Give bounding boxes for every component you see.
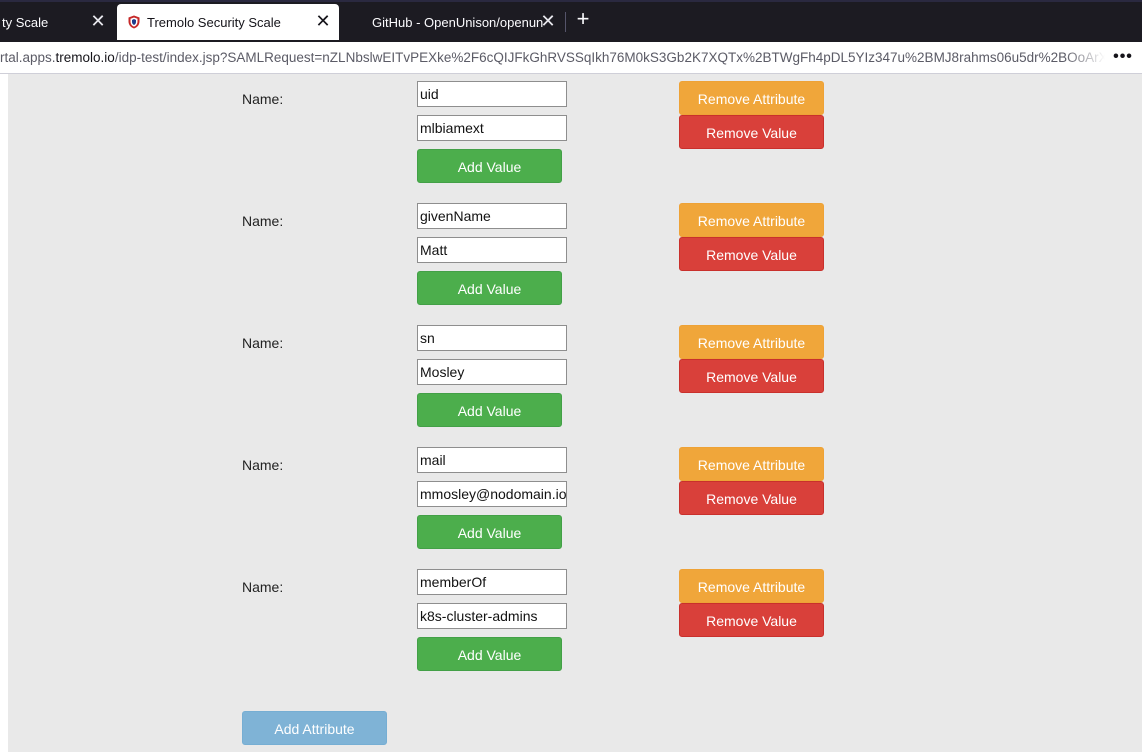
remove-attribute-button[interactable]: Remove Attribute: [679, 569, 824, 603]
tab-bar-accent: [0, 0, 1142, 2]
tab-title: Tremolo Security Scale: [147, 14, 281, 30]
remove-value-button[interactable]: Remove Value: [679, 603, 824, 637]
remove-value-button[interactable]: Remove Value: [679, 481, 824, 515]
attribute-row: Name: memberOf k8s-cluster-admins Add Va…: [8, 569, 1142, 689]
url-prefix: rtal.apps.: [0, 50, 56, 65]
name-label: Name:: [242, 579, 284, 595]
attribute-name-input[interactable]: uid: [417, 81, 567, 107]
attribute-name-input[interactable]: mail: [417, 447, 567, 473]
add-value-button[interactable]: Add Value: [417, 149, 562, 183]
remove-attribute-button[interactable]: Remove Attribute: [679, 447, 824, 481]
address-bar[interactable]: rtal.apps.tremolo.io/idp-test/index.jsp?…: [0, 42, 1142, 74]
shield-icon: [128, 15, 140, 29]
page-actions-menu-icon[interactable]: •••: [1112, 47, 1134, 69]
attributes-panel: Name: uid mlbiamext Add Value Remove Att…: [8, 74, 1142, 752]
name-label: Name:: [242, 457, 284, 473]
page-content: Name: uid mlbiamext Add Value Remove Att…: [0, 74, 1142, 752]
remove-value-button[interactable]: Remove Value: [679, 115, 824, 149]
attribute-name-input[interactable]: sn: [417, 325, 567, 351]
close-tab-icon[interactable]: ✕: [314, 12, 332, 30]
attribute-name-input[interactable]: givenName: [417, 203, 567, 229]
add-value-button[interactable]: Add Value: [417, 271, 562, 305]
attribute-value-input[interactable]: mmosley@nodomain.io: [417, 481, 567, 507]
attribute-row: Name: uid mlbiamext Add Value Remove Att…: [8, 81, 1142, 201]
add-value-button[interactable]: Add Value: [417, 515, 562, 549]
remove-attribute-button[interactable]: Remove Attribute: [679, 81, 824, 115]
attribute-row: Name: sn Mosley Add Value Remove Attribu…: [8, 325, 1142, 445]
new-tab-plus-icon[interactable]: +: [572, 8, 594, 30]
tab-tremolo-security-scale[interactable]: Tremolo Security Scale ✕: [117, 4, 339, 40]
attribute-value-input[interactable]: k8s-cluster-admins: [417, 603, 567, 629]
close-tab-icon[interactable]: ✕: [539, 12, 557, 30]
add-value-button[interactable]: Add Value: [417, 637, 562, 671]
url-host: tremolo.io: [55, 50, 115, 65]
attribute-row: Name: givenName Matt Add Value Remove At…: [8, 203, 1142, 323]
attribute-row: Name: mail mmosley@nodomain.io Add Value…: [8, 447, 1142, 567]
attribute-name-input[interactable]: memberOf: [417, 569, 567, 595]
attribute-value-input[interactable]: mlbiamext: [417, 115, 567, 141]
attribute-value-input[interactable]: Mosley: [417, 359, 567, 385]
remove-value-button[interactable]: Remove Value: [679, 237, 824, 271]
attribute-value-input[interactable]: Matt: [417, 237, 567, 263]
name-label: Name:: [242, 335, 284, 351]
remove-value-button[interactable]: Remove Value: [679, 359, 824, 393]
remove-attribute-button[interactable]: Remove Attribute: [679, 203, 824, 237]
add-value-button[interactable]: Add Value: [417, 393, 562, 427]
add-attribute-button[interactable]: Add Attribute: [242, 711, 387, 745]
remove-attribute-button[interactable]: Remove Attribute: [679, 325, 824, 359]
name-label: Name:: [242, 213, 284, 229]
tab-bar: ty Scale ✕ Tremolo Security Scale ✕ GitH…: [0, 0, 1142, 42]
tab-separator: [565, 12, 566, 32]
tab-github-openunison[interactable]: GitHub - OpenUnison/openun ✕: [340, 4, 564, 40]
tab-title: ty Scale: [2, 14, 49, 30]
url-fade: [1065, 44, 1105, 70]
name-label: Name:: [242, 91, 284, 107]
tab-tremolo-scale-partial[interactable]: ty Scale ✕: [0, 4, 116, 40]
tab-title: GitHub - OpenUnison/openun: [372, 14, 544, 30]
url-text[interactable]: rtal.apps.tremolo.io/idp-test/index.jsp?…: [0, 50, 1105, 65]
close-tab-icon[interactable]: ✕: [89, 12, 107, 30]
url-path: /idp-test/index.jsp?SAMLRequest=nZLNbslw…: [114, 50, 1105, 65]
